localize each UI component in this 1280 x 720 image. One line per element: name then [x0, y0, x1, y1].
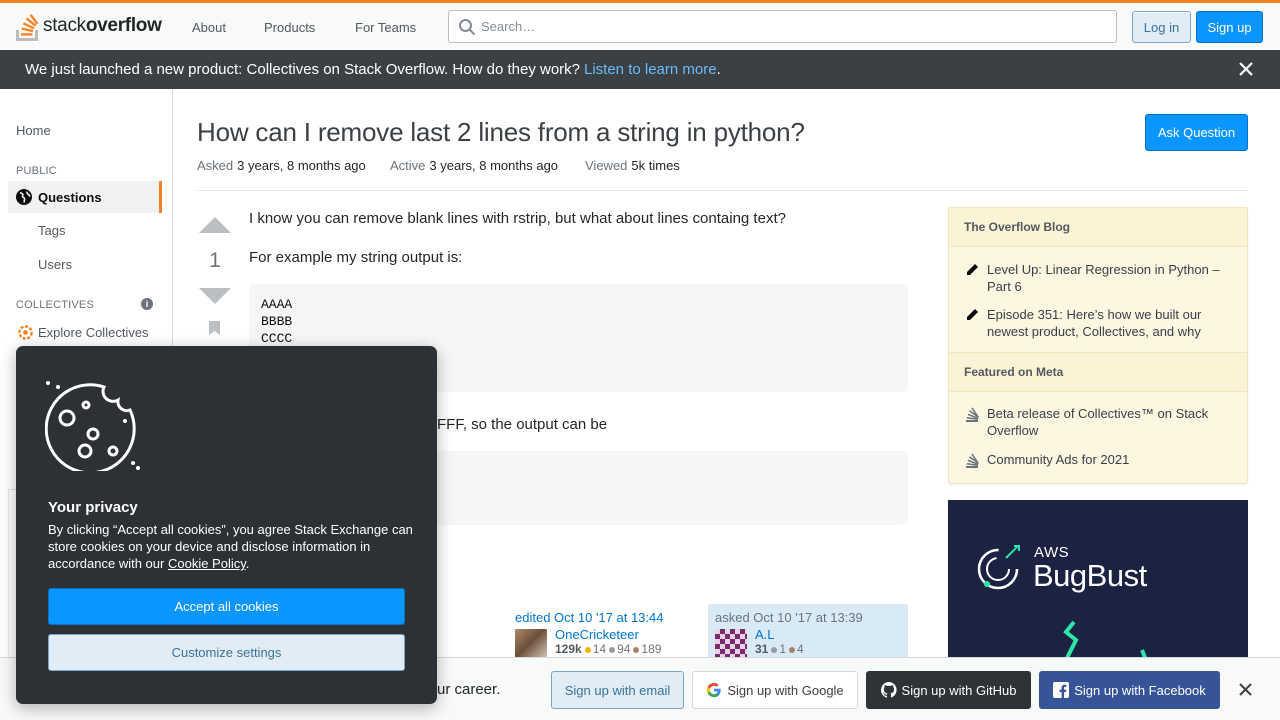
sidebar-item-questions[interactable]: Questions: [8, 181, 162, 213]
announcement-link[interactable]: Listen to learn more: [584, 61, 717, 78]
upvote-icon[interactable]: [199, 217, 231, 233]
top-bar: stackoverflow About Products For Teams L…: [0, 0, 1280, 50]
blog-item[interactable]: Episode 351: Here’s how we built our new…: [965, 306, 1235, 340]
question-title[interactable]: How can I remove last 2 lines from a str…: [197, 117, 805, 148]
cookie-policy-link[interactable]: Cookie Policy: [168, 556, 246, 571]
sidebar-item-label: Questions: [38, 189, 102, 205]
vote-count: 1: [209, 249, 221, 272]
overflow-blog-widget: The Overflow Blog Level Up: Linear Regre…: [948, 207, 1248, 484]
code-line: CCCC: [261, 331, 293, 346]
editor-name[interactable]: OneCricketeer: [555, 627, 661, 642]
signup-github-button[interactable]: Sign up with GitHub: [866, 671, 1031, 709]
search-icon: [459, 19, 476, 36]
author-signature: asked Oct 10 '17 at 13:39 A.L 31 1 4: [708, 604, 908, 664]
question-paragraph-1: I know you can remove blank lines with r…: [249, 210, 786, 227]
signup-button[interactable]: Sign up: [1196, 11, 1263, 43]
sidebar-item-tags[interactable]: Tags: [38, 223, 65, 238]
facebook-icon: [1053, 682, 1070, 698]
cookie-icon: [45, 381, 140, 471]
sidebar-item-label: Explore Collectives: [38, 325, 149, 340]
asked-time: asked Oct 10 '17 at 13:39: [715, 610, 863, 625]
meta-heading: Featured on Meta: [949, 352, 1247, 392]
close-icon[interactable]: [1238, 61, 1254, 77]
globe-icon: [16, 189, 32, 205]
signup-bar-text: ur career.: [437, 681, 501, 698]
question-paragraph-2: For example my string output is:: [249, 249, 463, 266]
pencil-icon: [967, 309, 978, 320]
stackoverflow-logo[interactable]: stackoverflow: [16, 10, 162, 42]
code-line: BBBB: [261, 314, 293, 329]
announcement-text: We just launched a new product: Collecti…: [25, 61, 580, 78]
search-box[interactable]: [448, 10, 1117, 43]
info-icon[interactable]: i: [141, 298, 153, 310]
sidebar-item-users[interactable]: Users: [38, 257, 72, 272]
downvote-icon[interactable]: [199, 288, 231, 304]
bookmark-icon[interactable]: [209, 321, 220, 335]
meta-item[interactable]: Community Ads for 2021: [965, 451, 1235, 469]
active-meta: Active 3 years, 8 months ago: [390, 158, 559, 173]
divider: [197, 190, 1248, 191]
ad-title: BugBust: [1033, 558, 1147, 593]
search-input[interactable]: [481, 19, 1116, 34]
question-paragraph-3: FFF, so the output can be: [437, 416, 608, 433]
announcement-bar: We just launched a new product: Collecti…: [0, 50, 1280, 89]
sidebar-item-home[interactable]: Home: [16, 123, 51, 138]
pencil-icon: [967, 264, 978, 275]
stackoverflow-logo-icon: [16, 14, 39, 41]
editor-reputation: 129k 14 94 189: [555, 642, 662, 656]
nav-for-teams[interactable]: For Teams: [343, 14, 428, 40]
stack-exchange-icon: [966, 453, 979, 468]
edited-link[interactable]: edited Oct 10 '17 at 13:44: [515, 610, 695, 625]
signup-facebook-button[interactable]: Sign up with Facebook: [1039, 671, 1220, 709]
announcement-suffix: .: [716, 61, 721, 78]
public-heading: PUBLIC: [16, 165, 57, 177]
sidebar-item-explore-collectives[interactable]: Explore Collectives: [18, 325, 149, 340]
customize-settings-button[interactable]: Customize settings: [48, 634, 405, 671]
meta-item[interactable]: Beta release of Collectives™ on Stack Ov…: [965, 405, 1235, 439]
google-icon: [707, 682, 721, 698]
blog-item[interactable]: Level Up: Linear Regression in Python – …: [965, 261, 1235, 295]
ask-question-button[interactable]: Ask Question: [1145, 114, 1248, 151]
logo-text: stackoverflow: [43, 15, 162, 36]
accept-cookies-button[interactable]: Accept all cookies: [48, 588, 405, 625]
cookie-consent-dialog: Your privacy By clicking “Accept all coo…: [16, 346, 437, 704]
asked-meta: Asked 3 years, 8 months ago: [197, 158, 366, 173]
viewed-meta: Viewed 5k times: [585, 158, 680, 173]
cookie-text: By clicking “Accept all cookies”, you ag…: [48, 522, 413, 571]
signup-google-button[interactable]: Sign up with Google: [692, 671, 858, 709]
login-button[interactable]: Log in: [1132, 11, 1191, 43]
collectives-heading: COLLECTIVES: [16, 299, 95, 311]
nav-about[interactable]: About: [180, 14, 238, 40]
aws-bugbust-ad[interactable]: AWS BugBust: [948, 500, 1248, 660]
editor-signature: edited Oct 10 '17 at 13:44 OneCricketeer…: [515, 610, 695, 661]
stack-exchange-icon: [966, 407, 979, 422]
signup-email-button[interactable]: Sign up with email: [551, 671, 684, 709]
author-name[interactable]: A.L: [755, 627, 804, 642]
cookie-title: Your privacy: [48, 499, 138, 516]
github-icon: [880, 682, 897, 698]
nav-products[interactable]: Products: [252, 14, 327, 40]
blog-heading: The Overflow Blog: [949, 207, 1247, 247]
collectives-icon: [18, 325, 33, 340]
code-line: AAAA: [261, 297, 293, 312]
close-icon[interactable]: [1238, 682, 1253, 697]
author-reputation: 31 1 4: [755, 642, 804, 656]
